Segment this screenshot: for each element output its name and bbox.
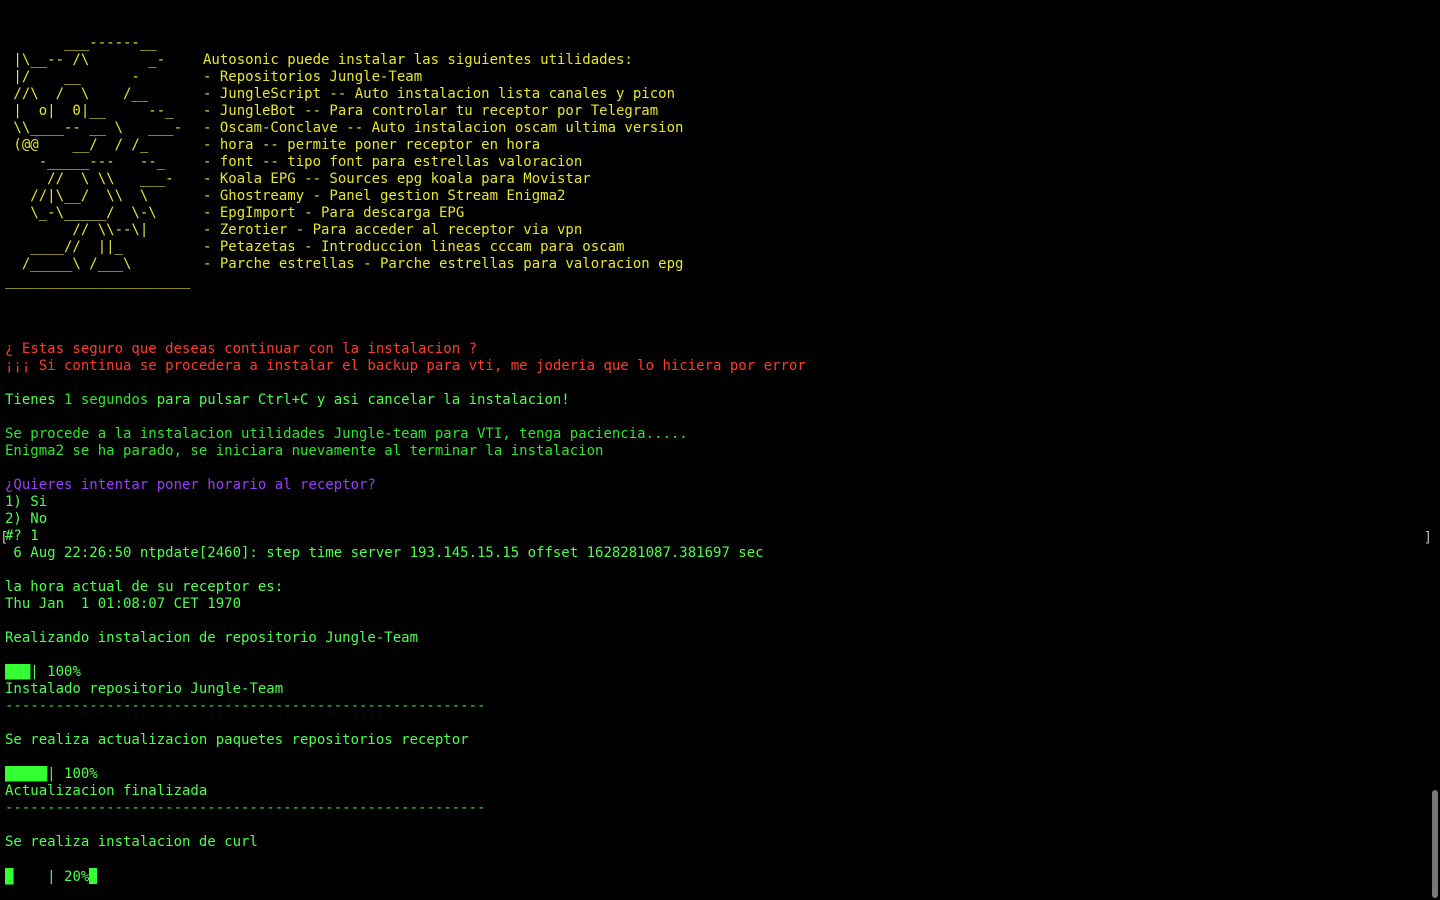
banner-row: (@@ __/ / /_ - hora -- permite poner rece… bbox=[5, 137, 1425, 154]
scrollbar[interactable] bbox=[1432, 0, 1438, 900]
banner-row: /_____\ /___\ - Parche estrellas - Parche… bbox=[5, 256, 1425, 273]
banner-row: //|\__/ \\ \ - Ghostreamy - Panel gestion… bbox=[5, 188, 1425, 205]
utility-list-item: - Ghostreamy - Panel gestion Stream Enig… bbox=[203, 188, 566, 204]
enigma-stopped-message: Enigma2 se ha parado, se iniciara nuevam… bbox=[5, 443, 604, 459]
banner-row: -_____--- --_ - font -- tipo font para es… bbox=[5, 154, 1425, 171]
update-title: Se realiza actualizacion paquetes reposi… bbox=[5, 732, 469, 748]
curl-progress-percent: | 20% bbox=[13, 869, 90, 885]
ascii-art-fragment: | o| 0|__ --_ bbox=[5, 103, 174, 119]
ascii-art-fragment: ____// ||_ bbox=[5, 239, 124, 255]
utility-list-item: - Parche estrellas - Parche estrellas pa… bbox=[203, 256, 684, 272]
ascii-art-fragment: (@@ __/ / /_ bbox=[5, 137, 149, 153]
update-progress-fill: █████ bbox=[5, 766, 48, 782]
curl-progress-bar: █ | 20% bbox=[5, 868, 1425, 885]
banner-row: |\__-- /\ _- Autosonic puede instalar las… bbox=[5, 52, 1425, 69]
banner-row: //\ / \ /__ - JungleScript -- Auto instal… bbox=[5, 86, 1425, 103]
ascii-art-fragment: |\__-- /\ _- bbox=[5, 52, 166, 68]
utility-list-item: - font -- tipo font para estrellas valor… bbox=[203, 154, 583, 170]
ascii-art-fragment: \\____-- __ \ ___- bbox=[5, 120, 183, 136]
countdown-prefix: Tienes bbox=[5, 392, 56, 408]
utility-list-item: - Zerotier - Para acceder al receptor vi… bbox=[203, 222, 583, 238]
separator-line: ----------------------------------------… bbox=[5, 698, 486, 714]
update-progress-percent: | 100% bbox=[47, 766, 98, 782]
ntpdate-output: 6 Aug 22:26:50 ntpdate[2460]: step time … bbox=[5, 545, 764, 561]
option-no: 2) No bbox=[5, 511, 48, 527]
utility-list-item: Autosonic puede instalar las siguientes … bbox=[203, 52, 633, 68]
banner-row: | o| 0|__ --_ - JungleBot -- Para control… bbox=[5, 103, 1425, 120]
banner-row: ___------__ bbox=[5, 35, 1425, 52]
ascii-art-fragment: -_____--- --_ bbox=[5, 154, 166, 170]
repo-progress-bar: ███| 100% bbox=[5, 664, 1425, 681]
warning-question: ¿ Estas seguro que deseas continuar con … bbox=[5, 341, 478, 357]
utility-list-item: - Petazetas - Introduccion lineas cccam … bbox=[203, 239, 625, 255]
banner-row: \_-\_____/ \-\ - EpgImport - Para descarg… bbox=[5, 205, 1425, 222]
ascii-art-fragment: // \\--\| bbox=[5, 222, 149, 238]
time-value: Thu Jan 1 01:08:07 CET 1970 bbox=[5, 596, 242, 612]
utility-list-item: - JungleBot -- Para controlar tu recepto… bbox=[203, 103, 659, 119]
left-bracket-marker: [ bbox=[0, 530, 9, 546]
countdown-value: 1 segundos bbox=[55, 392, 149, 408]
ascii-art-fragment: |/ __ - bbox=[5, 69, 140, 85]
repo-progress-percent: | 100% bbox=[30, 664, 81, 680]
right-bracket-marker: ] bbox=[1423, 530, 1432, 546]
repo-install-done: Instalado repositorio Jungle-Team bbox=[5, 681, 284, 697]
warning-notice: ¡¡¡ Si continua se procedera a instalar … bbox=[5, 358, 806, 374]
ascii-art-fragment: // \ \\ ___- bbox=[5, 171, 174, 187]
ascii-art-fragment: \_-\_____/ \-\ bbox=[5, 205, 157, 221]
ascii-art-fragment: ___------__ bbox=[5, 35, 157, 51]
separator-line: ----------------------------------------… bbox=[5, 800, 486, 816]
select-prompt: #? 1 bbox=[5, 528, 39, 544]
utility-list-item: - Oscam-Conclave -- Auto instalacion osc… bbox=[203, 120, 684, 136]
countdown-suffix: para pulsar Ctrl+C y asi cancelar la ins… bbox=[148, 392, 570, 408]
countdown-line: Tienes 1 segundos para pulsar Ctrl+C y a… bbox=[5, 392, 1425, 409]
utility-list-item: - EpgImport - Para descarga EPG bbox=[203, 205, 465, 221]
utility-list-item: - JungleScript -- Auto instalacion lista… bbox=[203, 86, 676, 102]
banner-row: \\____-- __ \ ___- - Oscam-Conclave -- Au… bbox=[5, 120, 1425, 137]
update-done: Actualizacion finalizada bbox=[5, 783, 208, 799]
time-label: la hora actual de su receptor es: bbox=[5, 579, 284, 595]
option-si: 1) Si bbox=[5, 494, 48, 510]
banner-separator: ______________________ bbox=[5, 273, 191, 289]
banner-row: // \\--\| - Zerotier - Para acceder al re… bbox=[5, 222, 1425, 239]
ascii-art-fragment: //|\__/ \\ \ bbox=[5, 188, 149, 204]
banner-row: // \ \\ ___- - Koala EPG -- Sources epg k… bbox=[5, 171, 1425, 188]
terminal-output: ___------__ |\__-- /\ _- Autosonic puede … bbox=[5, 35, 1425, 895]
banner-row: ____// ||_ - Petazetas - Introduccion lin… bbox=[5, 239, 1425, 256]
ascii-art-fragment: /_____\ /___\ bbox=[5, 256, 132, 272]
banner-block: ___------__ |\__-- /\ _- Autosonic puede … bbox=[5, 35, 1425, 273]
curl-install-title: Se realiza instalacion de curl bbox=[5, 834, 258, 850]
terminal-window[interactable]: ___------__ |\__-- /\ _- Autosonic puede … bbox=[0, 0, 1440, 900]
time-question: ¿Quieres intentar poner horario al recep… bbox=[5, 477, 376, 493]
ascii-art-fragment: //\ / \ /__ bbox=[5, 86, 149, 102]
utility-list-item: - hora -- permite poner receptor en hora bbox=[203, 137, 541, 153]
text-cursor bbox=[89, 868, 98, 884]
update-progress-bar: █████| 100% bbox=[5, 766, 1425, 783]
utility-list-item: - Repositorios Jungle-Team bbox=[203, 69, 423, 85]
repo-install-title: Realizando instalacion de repositorio Ju… bbox=[5, 630, 419, 646]
banner-row: |/ __ - - Repositorios Jungle-Team bbox=[5, 69, 1425, 86]
proceed-message: Se procede a la instalacion utilidades J… bbox=[5, 426, 688, 442]
utility-list-item: - Koala EPG -- Sources epg koala para Mo… bbox=[203, 171, 591, 187]
scrollbar-thumb[interactable] bbox=[1432, 790, 1438, 898]
repo-progress-fill: ███ bbox=[5, 664, 31, 680]
